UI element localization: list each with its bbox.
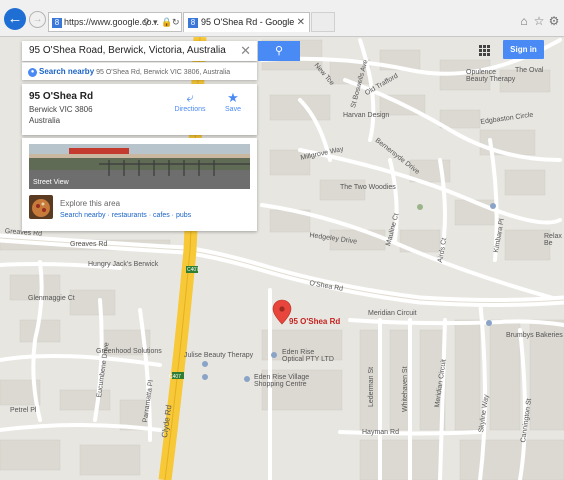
gear-icon[interactable]: ⚙ [547,14,561,28]
apps-grid-icon[interactable] [479,45,491,57]
map-label-petrel: Petrel Pl [10,407,37,414]
new-tab-button[interactable] [311,12,335,32]
map-label-c407-top: C407 [187,267,199,273]
save-label: Save [225,106,241,113]
directions-label: Directions [174,106,206,113]
place-name: 95 O'Shea Rd [29,91,94,102]
street-view-thumbnail[interactable]: Street View [29,144,250,189]
browser-chrome: ← → 8 https://www.google.co... ⚲ ▾ 🔒 ↻ 89… [0,0,564,46]
map-label-relax: Relax Be [544,233,562,247]
place-card: 95 O'Shea Rd Berwick VIC 3806 Australia … [22,84,257,135]
search-query: 95 O'Shea Road, Berwick, Victoria, Austr… [29,45,226,56]
explore-thumbnail[interactable] [29,195,53,219]
browser-tab[interactable]: 895 O'Shea Rd - Google Maps ✕ [183,12,310,46]
map-label-eden-village: Eden Rise Village Shopping Centre [254,374,310,388]
map-label-harvan: Harvan Design [343,112,390,119]
close-tab-icon[interactable]: ✕ [297,13,305,32]
search-button[interactable]: ⚲ [258,41,300,61]
search-nearby-address: 95 O'Shea Rd, Berwick VIC 3806, Australi… [96,69,231,76]
map-label-c407-bottom: C407 [169,374,181,380]
map-label-the-oval: The Oval [515,67,544,74]
google-favicon-icon: 8 [52,17,62,28]
search-icon[interactable]: ⚲ [143,13,150,31]
star-icon: ★ [227,90,239,105]
street-view-label: Street View [33,179,69,186]
clear-icon[interactable]: ✕ [240,41,251,61]
map-label-opulence: Opulence Beauty Therapy [466,69,516,83]
map-label-whitehaven: Whitehaven St [402,366,409,412]
map-label-two-woodies: The Two Woodies [340,184,396,191]
map-label-julise: Julise Beauty Therapy [184,352,254,359]
marker-label[interactable]: 95 O'Shea Rd [289,317,340,326]
map-label-hayman: Hayman Rd [362,429,399,436]
star-icon[interactable]: ☆ [532,14,546,28]
place-address-line1: Berwick VIC 3806 [29,105,93,114]
save-button[interactable]: ★ Save [211,90,255,113]
location-pin-icon: ● [28,67,37,77]
home-icon[interactable]: ⌂ [517,14,531,28]
explore-links[interactable]: Search nearby · restaurants · cafes · pu… [60,212,191,219]
map-label-lederman: Lederman St [368,366,375,407]
directions-button[interactable]: ⤶ Directions [168,90,212,113]
map-label-glenmaggie: Glenmaggie Ct [28,295,75,302]
map-label-meridian-1: Meridian Circuit [368,310,417,317]
directions-icon: ⤶ [186,90,194,105]
explore-card: Street View Explore this area Search nea… [22,138,257,231]
place-address-line2: Australia [29,116,61,125]
map-label-brumbys: Brumbys Bakeries [506,332,563,339]
back-icon[interactable]: ← [4,8,26,30]
forward-icon[interactable]: → [29,11,46,28]
food-icon [29,195,53,219]
map-label-eden-optical: Eden Rise Optical PTY LTD [282,349,334,363]
map-label-greaves-rd-2: Greaves Rd [70,241,108,248]
sign-in-button[interactable]: Sign in [503,40,544,59]
explore-title: Explore this area [60,199,121,208]
search-nearby-label: Search nearby [39,67,95,76]
dropdown-icon[interactable]: ▾ [153,13,158,31]
search-input[interactable]: 95 O'Shea Road, Berwick, Victoria, Austr… [22,41,257,61]
google-favicon-icon: 8 [188,17,198,28]
map-label-hungry-jacks: Hungry Jack's Berwick [88,261,159,268]
refresh-icon[interactable]: ↻ [172,13,180,31]
search-icon: ⚲ [274,45,284,57]
address-bar[interactable]: 8 https://www.google.co... ⚲ ▾ 🔒 ↻ [48,12,182,32]
lock-icon: 🔒 [161,17,173,27]
search-nearby-row[interactable]: ● Search nearby 95 O'Shea Rd, Berwick VIC… [22,62,257,80]
